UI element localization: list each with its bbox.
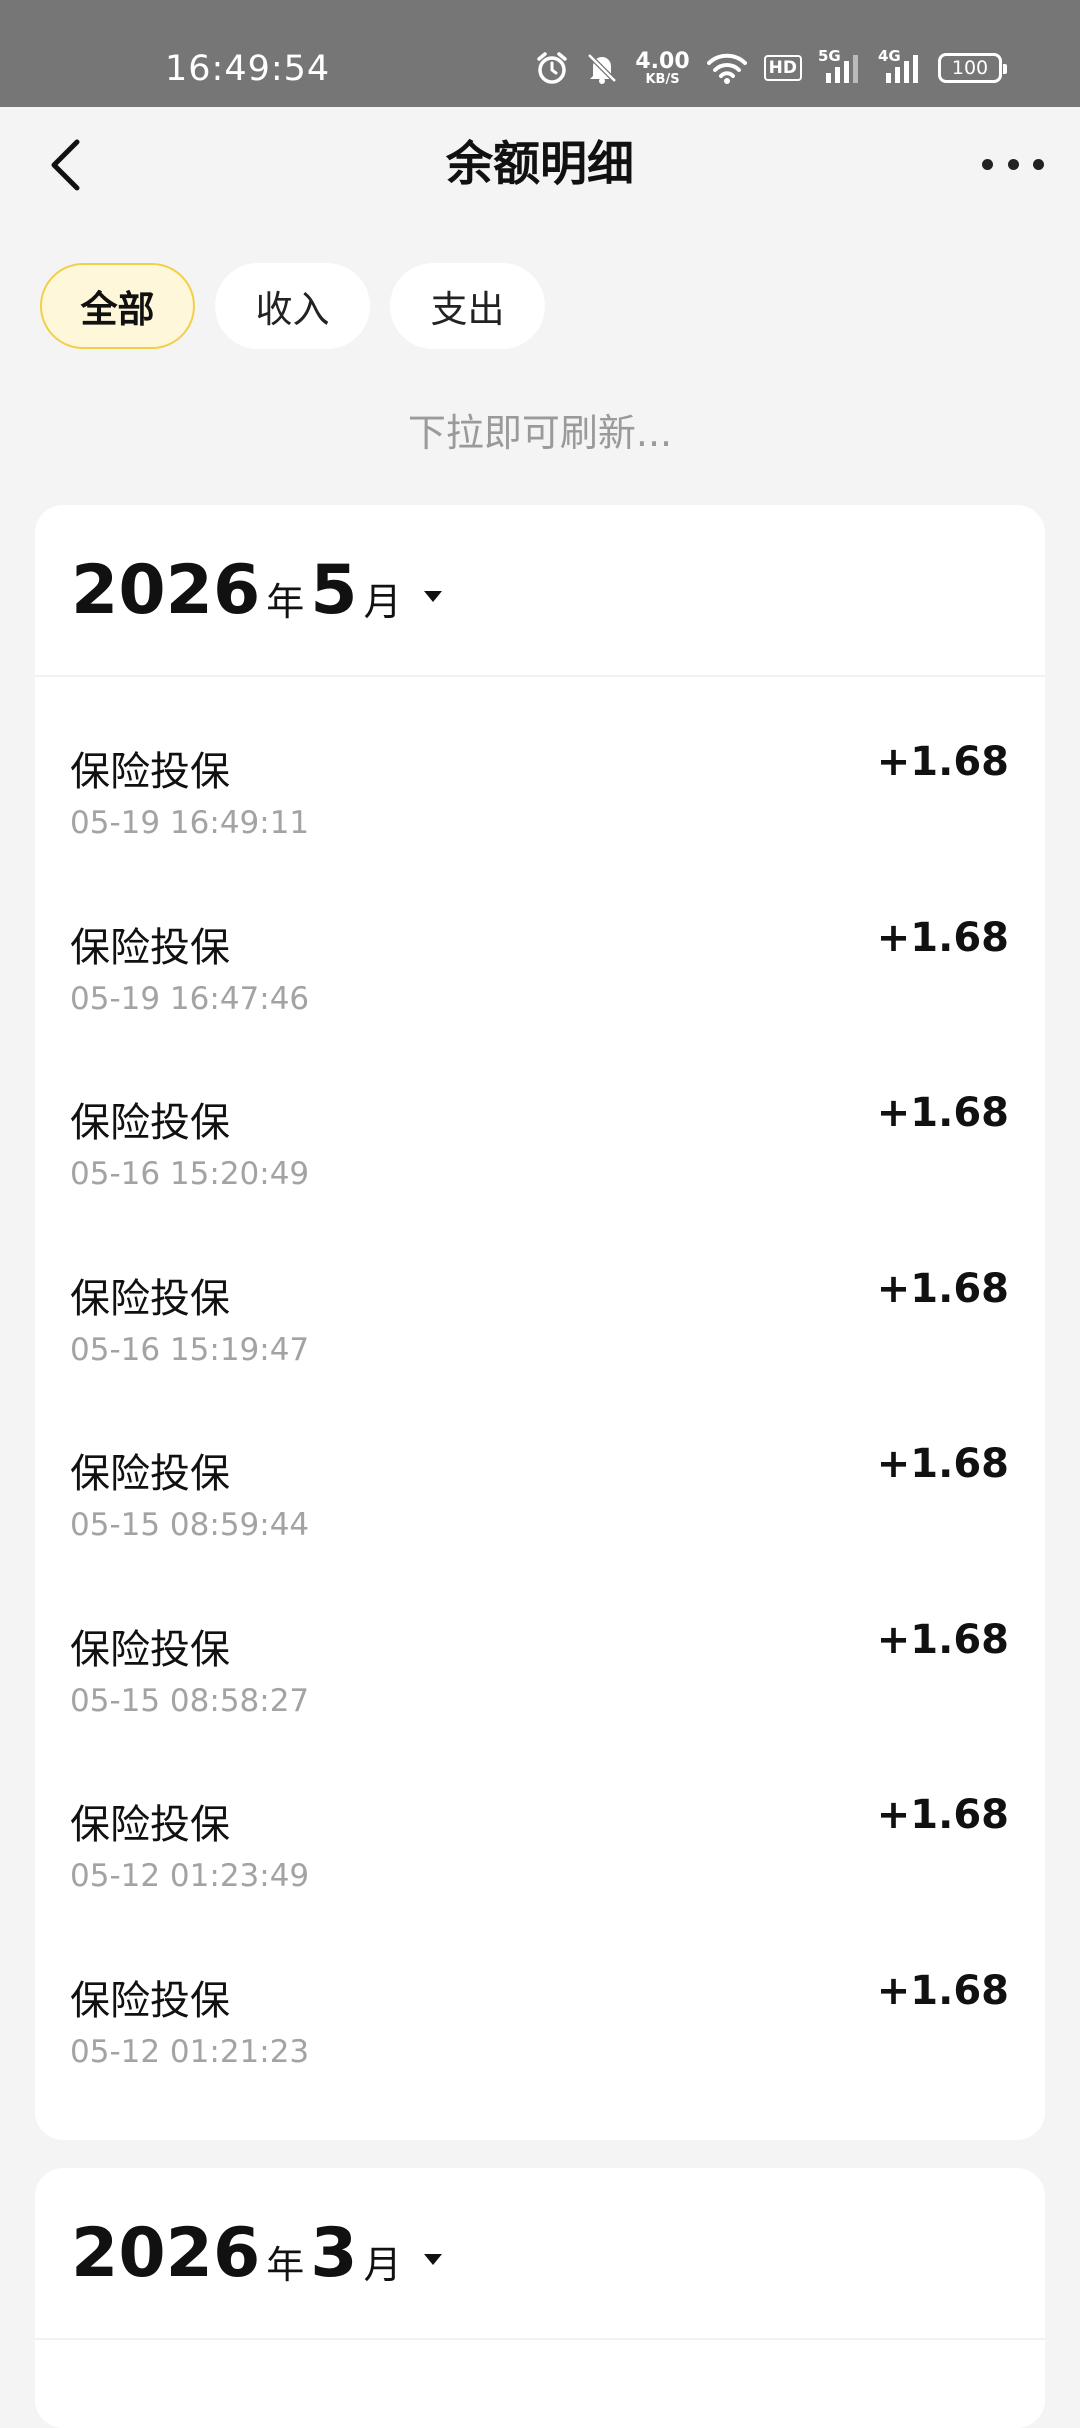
tab-expense[interactable]: 支出 (390, 263, 545, 349)
battery-indicator: 100 (938, 53, 1007, 83)
transaction-title: 保险投保 (70, 1451, 230, 1497)
status-bar: 16:49:54 4.00 KB/S HD 5G 4G 100 (0, 0, 1080, 107)
month-unit: 月 (363, 2242, 402, 2287)
transaction-row[interactable]: 保险投保 05-12 01:23:49 +1.68 (35, 1758, 1045, 1934)
transaction-time: 05-19 16:47:46 (70, 980, 310, 1017)
month-year: 2026 (71, 550, 261, 630)
tab-all[interactable]: 全部 (40, 263, 195, 349)
month-selector[interactable]: 2026 年 3 月 (35, 2168, 1045, 2340)
transaction-amount: +1.68 (876, 1792, 1009, 1838)
page-title: 余额明细 (446, 137, 634, 192)
transaction-amount: +1.68 (876, 1090, 1009, 1136)
transaction-row[interactable]: 保险投保 05-12 01:21:23 +1.68 (35, 1934, 1045, 2110)
transaction-title: 保险投保 (70, 1626, 230, 1673)
transaction-row[interactable]: 保险投保 05-16 15:20:49 +1.68 (35, 1056, 1045, 1232)
mute-icon (585, 51, 619, 85)
transaction-time: 05-15 08:58:27 (70, 1682, 310, 1719)
transaction-row[interactable]: 保险投保 05-15 08:59:44 +1.68 (35, 1407, 1045, 1583)
signal-5g-icon: 5G (818, 47, 862, 85)
transaction-row[interactable]: 保险投保 05-16 15:19:47 +1.68 (35, 1232, 1045, 1408)
transaction-amount: +1.68 (876, 914, 1009, 961)
alarm-icon (535, 51, 569, 85)
transaction-amount: +1.68 (876, 1616, 1009, 1663)
transaction-title: 保险投保 (70, 924, 230, 971)
transaction-time: 05-15 08:59:44 (70, 1507, 310, 1543)
month-number: 5 (310, 550, 358, 630)
transaction-amount: +1.68 (876, 1967, 1009, 2014)
year-unit: 年 (266, 2242, 305, 2287)
caret-down-icon (423, 590, 442, 602)
transaction-amount: +1.68 (876, 1441, 1009, 1487)
more-dot-icon (1033, 158, 1044, 170)
transaction-time: 05-16 15:19:47 (70, 1331, 310, 1368)
month-card: 2026 年 5 月 保险投保 05-19 16:49:11 +1.68 保险投… (35, 505, 1045, 2140)
pull-to-refresh-hint: 下拉即可刷新... (407, 411, 673, 455)
transaction-time: 05-12 01:21:23 (70, 2033, 310, 2070)
tab-income[interactable]: 收入 (215, 263, 370, 349)
wifi-icon (706, 51, 748, 85)
transaction-row[interactable]: 保险投保 05-19 16:49:11 +1.68 (35, 705, 1045, 881)
more-dot-icon (1007, 158, 1019, 170)
month-selector[interactable]: 2026 年 5 月 (35, 505, 1045, 677)
transaction-title: 保险投保 (70, 1802, 230, 1848)
status-icons: 4.00 KB/S HD 5G 4G 100 (535, 47, 1007, 88)
transaction-title: 保险投保 (70, 749, 230, 795)
transaction-amount: +1.68 (876, 739, 1009, 785)
transaction-time: 05-19 16:49:11 (70, 805, 310, 841)
month-unit: 月 (363, 579, 402, 624)
month-card: 2026 年 3 月 (35, 2168, 1045, 2428)
transaction-title: 保险投保 (70, 1977, 230, 2024)
transaction-title: 保险投保 (70, 1100, 230, 1146)
month-number: 3 (310, 2213, 358, 2293)
net-speed-value: 4.00 (635, 48, 690, 74)
header: 余额明细 (0, 107, 1080, 229)
transaction-list: 保险投保 05-19 16:49:11 +1.68 保险投保 05-19 16:… (35, 677, 1045, 2109)
more-dot-icon (982, 158, 993, 170)
transaction-time: 05-16 15:20:49 (70, 1156, 310, 1192)
year-unit: 年 (266, 579, 305, 624)
hd-icon: HD (763, 55, 802, 81)
net-speed: 4.00 KB/S (635, 48, 690, 87)
transaction-title: 保险投保 (70, 1275, 230, 1322)
transaction-time: 05-12 01:23:49 (70, 1858, 310, 1894)
transaction-amount: +1.68 (876, 1265, 1009, 1312)
caret-down-icon (423, 2253, 442, 2265)
more-button[interactable] (982, 139, 1044, 189)
net-speed-unit: KB/S (645, 71, 680, 87)
transaction-row[interactable]: 保险投保 05-15 08:58:27 +1.68 (35, 1583, 1045, 1759)
month-year: 2026 (71, 2213, 261, 2293)
filter-tabs: 全部 收入 支出 (40, 263, 545, 349)
signal-4g-icon: 4G (878, 47, 922, 85)
transaction-row[interactable]: 保险投保 05-19 16:47:46 +1.68 (35, 881, 1045, 1057)
